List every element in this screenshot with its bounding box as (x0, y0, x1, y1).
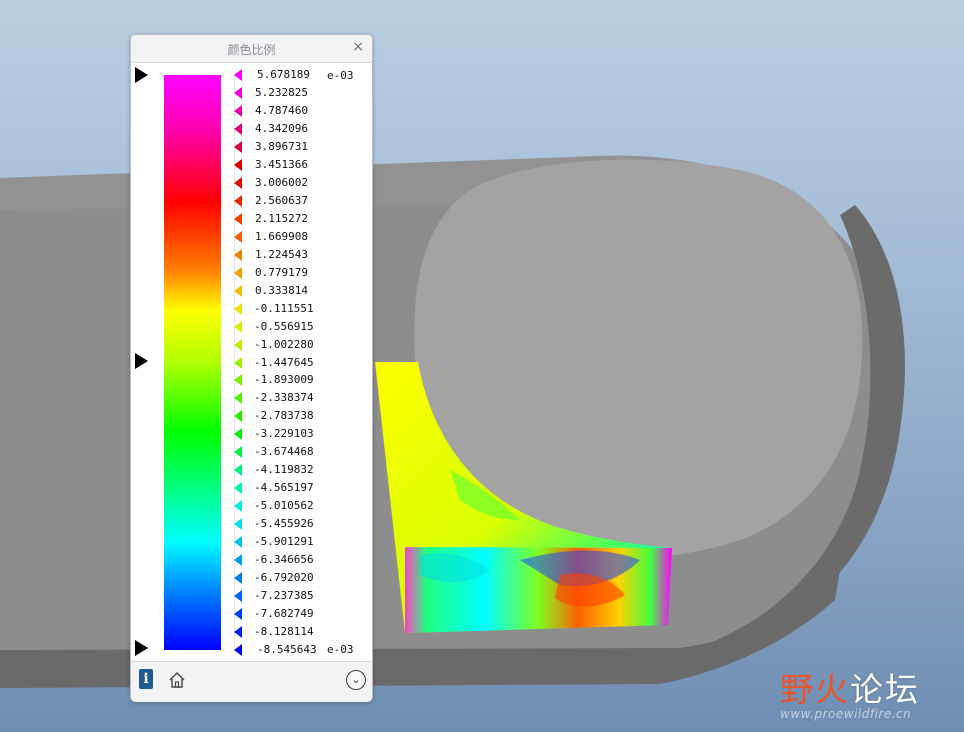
scale-marker-23[interactable] (234, 482, 242, 495)
scale-marker-6[interactable] (234, 176, 242, 189)
scale-marker-30[interactable] (234, 608, 242, 621)
color-scale-panel: 颜色比例 × 5.678189 5.232825 4.787460 4.342096 3… (130, 34, 373, 702)
watermark-title: 野火论坛 (780, 663, 920, 711)
scale-value-label: -4.565197 (254, 481, 314, 495)
scale-marker-24[interactable] (234, 500, 242, 513)
scale-marker-31[interactable] (234, 626, 242, 639)
scale-value-label: -6.792020 (254, 571, 314, 585)
home-icon[interactable] (167, 670, 187, 690)
scale-value-label: -6.346656 (254, 553, 314, 567)
scale-value-label: -5.901291 (254, 535, 314, 549)
info-icon[interactable]: i (139, 669, 153, 689)
scale-marker-0[interactable] (234, 69, 242, 81)
scale-marker-4[interactable] (234, 140, 242, 153)
scale-value-label: -0.556915 (254, 319, 314, 333)
scale-value-label: -2.338374 (254, 391, 314, 405)
scale-marker-10[interactable] (234, 248, 242, 261)
scale-marker-12[interactable] (234, 284, 242, 297)
scale-value-label: 1.669908 (255, 229, 308, 243)
panel-title: 颜色比例 (227, 43, 276, 57)
scale-value-label: -8.128114 (254, 625, 314, 639)
scale-marker-27[interactable] (234, 554, 242, 567)
chevron-down-icon[interactable]: ⌄ (346, 670, 366, 690)
scale-marker-26[interactable] (234, 536, 242, 549)
scale-value-label: -7.237385 (254, 589, 314, 603)
panel-footer: i ⌄ (131, 661, 372, 702)
scale-marker-2[interactable] (234, 104, 242, 117)
scale-value-label: -7.682749 (254, 607, 314, 621)
close-icon[interactable]: × (352, 39, 364, 55)
scale-value-label: -8.545643 (257, 643, 317, 656)
scale-marker-13[interactable] (234, 302, 242, 315)
scale-value-label: -0.111551 (254, 301, 314, 315)
scale-marker-21[interactable] (234, 446, 242, 459)
scale-value-label: -1.447645 (254, 355, 314, 369)
scale-value-label: -5.455926 (254, 517, 314, 531)
forum-watermark: 野火论坛 www.proewildfire.cn (778, 655, 958, 725)
color-bar (164, 75, 221, 650)
scale-marker-15[interactable] (234, 338, 242, 351)
scale-value-label: -3.674468 (254, 445, 314, 459)
scale-value-label: -3.229103 (254, 427, 314, 441)
scale-value-label: 3.896731 (255, 139, 308, 153)
watermark-title-part2: 论坛 (850, 670, 920, 709)
panel-body: 5.678189 5.232825 4.787460 4.342096 3.896731… (131, 63, 372, 661)
scale-marker-29[interactable] (234, 590, 242, 603)
scale-marker-16[interactable] (234, 356, 242, 369)
scale-marker-1[interactable] (234, 86, 242, 99)
scale-marker-8[interactable] (234, 212, 242, 225)
scale-value-label: -4.119832 (254, 463, 314, 477)
scale-value-label: -1.002280 (254, 337, 314, 351)
scale-marker-18[interactable] (234, 392, 242, 405)
scale-marker-7[interactable] (234, 194, 242, 207)
scale-marker-20[interactable] (234, 428, 242, 441)
scale-value-label: 4.787460 (255, 103, 308, 117)
scale-marker-5[interactable] (234, 158, 242, 171)
middle-range-handle[interactable] (135, 353, 148, 369)
scale-marker-32[interactable] (234, 644, 242, 656)
scale-marker-22[interactable] (234, 464, 242, 477)
scale-marker-9[interactable] (234, 230, 242, 243)
scale-marker-14[interactable] (234, 320, 242, 333)
scale-value-label: -1.893009 (254, 373, 314, 387)
watermark-url: www.proewildfire.cn (780, 707, 912, 721)
panel-header[interactable]: 颜色比例 × (131, 35, 372, 63)
scale-marker-3[interactable] (234, 122, 242, 135)
scale-value-label: 4.342096 (255, 121, 308, 135)
scale-value-label: 5.678189 (257, 68, 310, 81)
bottom-range-handle[interactable] (135, 640, 148, 656)
exponent-top-label: e-03 (327, 69, 354, 82)
scale-marker-17[interactable] (234, 374, 242, 387)
scale-marker-11[interactable] (234, 266, 242, 279)
scale-value-label: 0.779179 (255, 265, 308, 279)
watermark-title-part1: 野火 (780, 670, 850, 709)
scale-marker-19[interactable] (234, 410, 242, 423)
scale-value-label: 2.115272 (255, 211, 308, 225)
scale-value-label: -2.783738 (254, 409, 314, 423)
scale-value-label: 2.560637 (255, 193, 308, 207)
scale-value-label: 3.451366 (255, 157, 308, 171)
exponent-bottom-label: e-03 (327, 643, 354, 656)
scale-value-label: 5.232825 (255, 85, 308, 99)
scale-value-label: 1.224543 (255, 247, 308, 261)
scale-marker-25[interactable] (234, 518, 242, 531)
scale-marker-28[interactable] (234, 572, 242, 585)
scale-value-label: -5.010562 (254, 499, 314, 513)
scale-value-label: 0.333814 (255, 283, 308, 297)
scale-value-label: 3.006002 (255, 175, 308, 189)
top-range-handle[interactable] (135, 67, 148, 83)
